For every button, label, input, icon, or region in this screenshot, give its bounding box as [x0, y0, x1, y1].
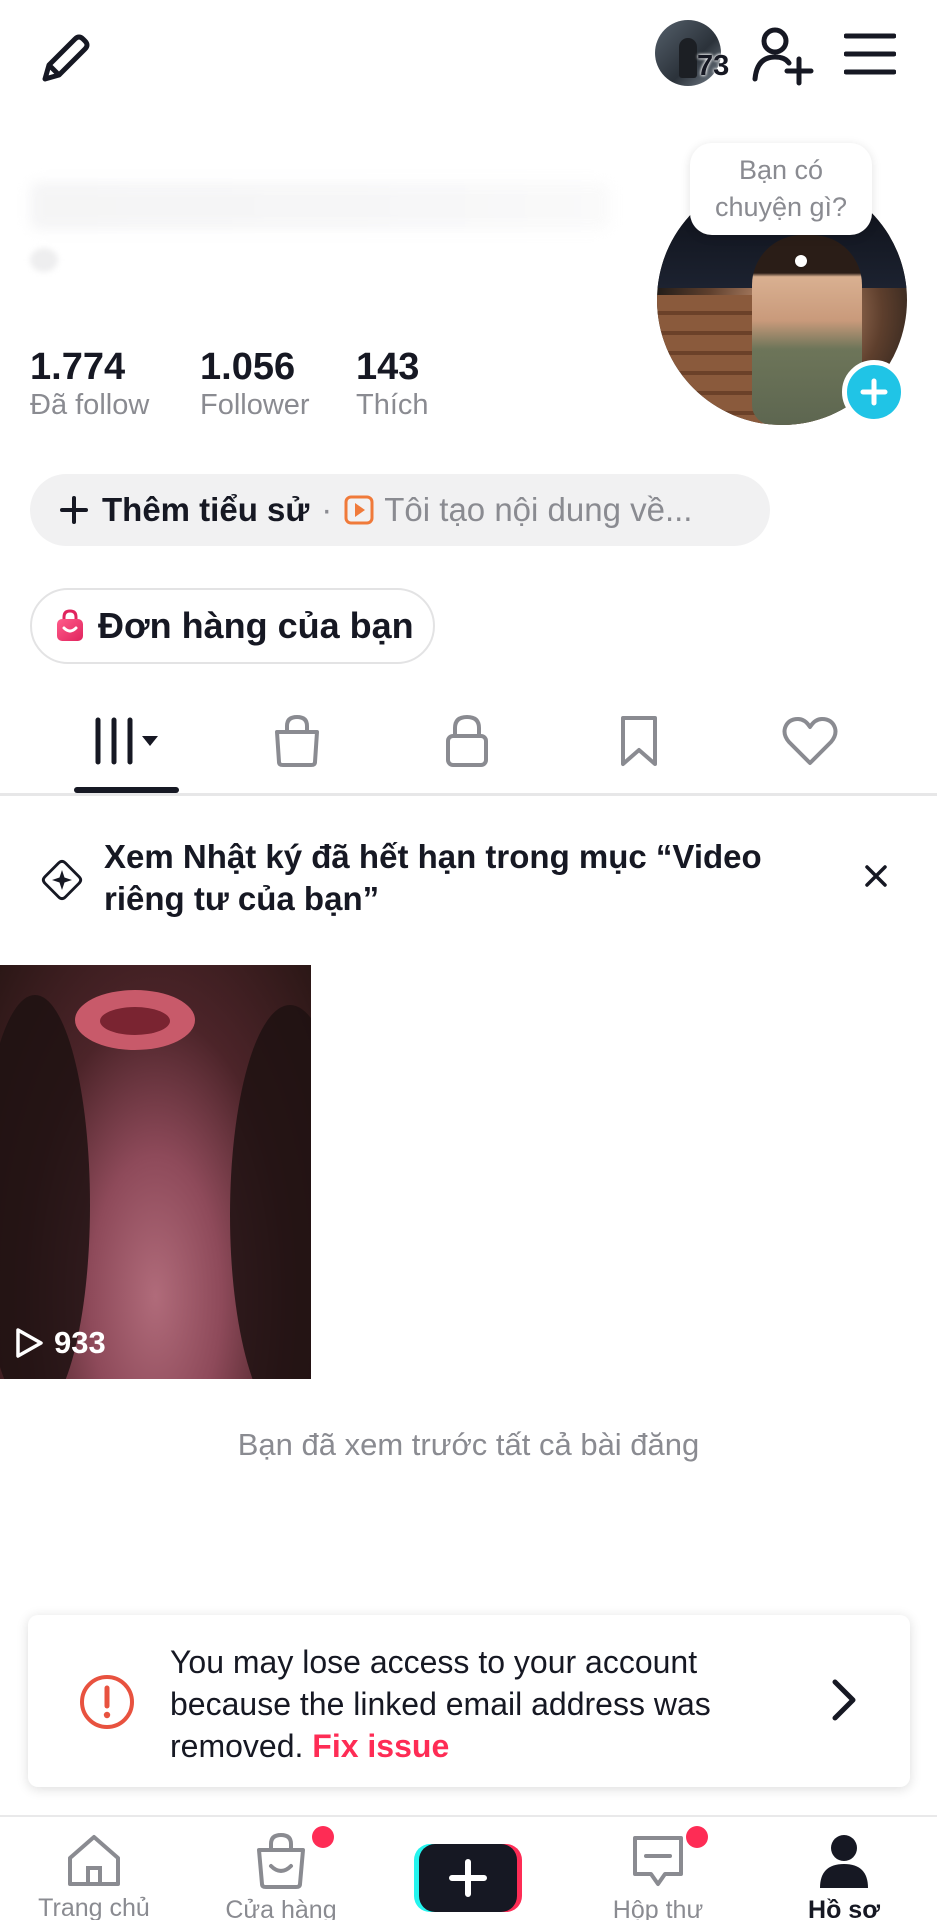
note-bubble[interactable]: Bạn có chuyện gì? [690, 143, 872, 235]
video-views: 933 [14, 1325, 106, 1361]
stat-label: Thích [356, 389, 429, 421]
stat-label: Đã follow [30, 389, 150, 421]
tab-saved[interactable] [579, 706, 699, 776]
nav-inbox-label: Hộp thư [612, 1896, 704, 1920]
nav-profile[interactable]: Hồ sơ [759, 1832, 929, 1920]
video-view-count: 933 [54, 1325, 106, 1360]
create-plus-icon [414, 1844, 522, 1912]
end-of-posts-text: Bạn đã xem trước tất cả bài đăng [237, 1427, 700, 1462]
close-icon[interactable] [858, 858, 894, 894]
heart-icon [782, 717, 838, 765]
bio-separator: · [321, 491, 333, 528]
inbox-icon [633, 1836, 683, 1886]
bio-pill[interactable]: Thêm tiểu sử · Tôi tạo nội dung về... [30, 474, 770, 546]
tab-liked[interactable] [750, 706, 870, 776]
stat-value: 1.774 [30, 346, 126, 388]
story-count: 73 [697, 50, 730, 82]
bookmark-icon [621, 716, 657, 766]
chevron-right-icon[interactable] [818, 1675, 868, 1725]
sparkle-icon [40, 858, 84, 902]
tabs-divider [0, 793, 937, 796]
stat-value: 143 [356, 346, 420, 388]
videos-grid-icon [95, 717, 158, 765]
create-button[interactable] [412, 1842, 524, 1914]
menu-icon[interactable] [842, 26, 898, 82]
notification-dot [686, 1826, 708, 1848]
profile-icon [820, 1835, 868, 1888]
add-story-button[interactable] [842, 360, 906, 424]
orders-button[interactable]: Đơn hàng của bạn [30, 588, 435, 664]
bottom-nav-divider [0, 1815, 937, 1817]
note-bubble-line1: Bạn có [738, 155, 824, 185]
edit-icon[interactable] [30, 24, 100, 94]
email-warning-card[interactable]: You may lose access to your account beca… [28, 1615, 910, 1787]
orders-label: Đơn hàng của bạn [98, 605, 414, 646]
shop-icon [257, 1832, 305, 1889]
shopping-bag-icon [57, 609, 83, 641]
stat-followers[interactable]: 1.056 Follower [200, 346, 310, 422]
tab-private[interactable] [407, 706, 527, 776]
stat-likes[interactable]: 143 Thích [356, 346, 429, 422]
add-user-icon[interactable] [748, 20, 818, 90]
video-thumbnail[interactable] [0, 965, 311, 1379]
tab-videos[interactable] [68, 706, 188, 776]
tab-shop[interactable] [237, 706, 357, 776]
warning-text: You may lose access to your account beca… [170, 1641, 800, 1767]
warning-icon [78, 1673, 136, 1731]
stat-label: Follower [200, 389, 310, 421]
plus-icon [60, 496, 88, 524]
lock-icon [446, 714, 488, 767]
profile-name-blurred [30, 182, 610, 230]
note-bubble-tail [795, 255, 807, 267]
fix-issue-link[interactable]: Fix issue [312, 1728, 449, 1764]
nav-shop[interactable]: Cửa hàng [196, 1826, 366, 1920]
profile-handle-blurred [30, 248, 58, 272]
nav-inbox[interactable]: Hộp thư [573, 1826, 743, 1920]
plus-icon [860, 378, 888, 406]
stat-value: 1.056 [200, 346, 296, 388]
notification-dot [312, 1826, 334, 1848]
banner-message: Xem Nhật ký đã hết hạn trong mục “Video … [104, 838, 762, 917]
nav-profile-label: Hồ sơ [808, 1896, 880, 1920]
shop-bag-icon [275, 714, 319, 767]
bio-placeholder: Tôi tạo nội dung về... [384, 491, 693, 528]
play-icon [16, 1328, 43, 1358]
stat-following[interactable]: 1.774 Đã follow [30, 346, 149, 422]
note-bubble-line2: chuyện gì? [714, 192, 848, 222]
nav-shop-label: Cửa hàng [225, 1896, 337, 1920]
home-icon [68, 1835, 120, 1886]
nav-home[interactable]: Trang chủ [9, 1832, 179, 1920]
play-square-icon [344, 495, 374, 525]
nav-home-label: Trang chủ [38, 1894, 150, 1920]
add-bio-label: Thêm tiểu sử [102, 491, 310, 528]
